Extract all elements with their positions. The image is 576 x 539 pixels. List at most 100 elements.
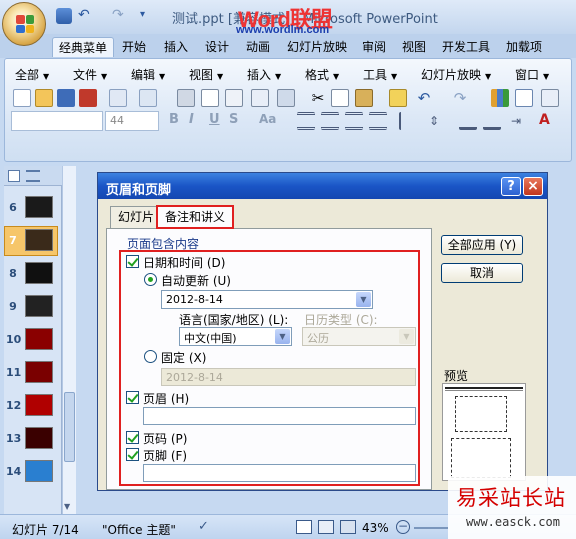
paste-icon[interactable] <box>355 89 373 107</box>
tab-review[interactable]: 审阅 <box>356 37 392 57</box>
slide-thumbnail[interactable] <box>25 328 53 350</box>
language-select[interactable]: 中文(中国) ▼ <box>179 327 292 346</box>
print-preview-icon[interactable] <box>201 89 219 107</box>
copy-icon[interactable] <box>331 89 349 107</box>
zoom-out-icon[interactable]: − <box>396 520 410 534</box>
redo-icon[interactable]: ↷ <box>112 8 128 24</box>
tab-insert[interactable]: 插入 <box>158 37 194 57</box>
bold-icon[interactable]: B <box>169 112 179 127</box>
calendar-type-select[interactable]: 公历 ▼ <box>302 327 416 346</box>
align-left-icon[interactable] <box>297 112 315 130</box>
auto-update-radio[interactable] <box>144 273 157 286</box>
slide-thumbnail[interactable] <box>25 361 53 383</box>
attach-icon[interactable] <box>139 89 157 107</box>
bullets-icon[interactable] <box>459 112 477 130</box>
justify-icon[interactable] <box>369 112 387 130</box>
outline-tab-icon[interactable] <box>26 170 40 182</box>
scroll-down-icon[interactable]: ▼ <box>64 502 70 511</box>
date-time-checkbox[interactable] <box>126 255 139 268</box>
tab-view[interactable]: 视图 <box>396 37 432 57</box>
slide-number: 8 <box>9 267 17 280</box>
tab-home[interactable]: 开始 <box>116 37 152 57</box>
menu-tools[interactable]: 工具 ▼ <box>363 66 397 83</box>
undo-icon[interactable]: ↶ <box>78 8 94 24</box>
shadow-icon[interactable]: S <box>229 112 238 127</box>
undo-icon[interactable]: ↶ <box>415 89 433 107</box>
underline-icon[interactable]: U <box>209 112 220 127</box>
office-button[interactable] <box>2 2 46 46</box>
menu-all[interactable]: 全部 ▼ <box>15 66 49 83</box>
italic-icon[interactable]: I <box>189 112 194 127</box>
menu-view[interactable]: 视图 ▼ <box>189 66 223 83</box>
customize-toolbar-icon[interactable]: ▾ <box>140 8 156 24</box>
open-icon[interactable] <box>35 89 53 107</box>
tab-addins[interactable]: 加载项 <box>500 37 548 57</box>
font-color-icon[interactable]: A <box>539 112 550 128</box>
tab-notes-handouts[interactable]: 备注和讲义 <box>156 205 235 229</box>
menu-slideshow[interactable]: 幻灯片放映 ▼ <box>421 66 491 83</box>
vertical-scrollbar[interactable]: ▼ <box>62 166 76 514</box>
email-icon[interactable] <box>109 89 127 107</box>
align-right-icon[interactable] <box>345 112 363 130</box>
auto-date-select[interactable]: 2012-8-14 ▼ <box>161 290 373 309</box>
slide-thumbnail[interactable] <box>25 229 53 251</box>
tab-slide[interactable]: 幻灯片 <box>110 206 163 228</box>
format-painter-icon[interactable] <box>389 89 407 107</box>
header-input[interactable] <box>143 407 416 425</box>
slide-thumbnail[interactable] <box>25 427 53 449</box>
save-icon[interactable] <box>56 8 72 24</box>
save-icon[interactable] <box>57 89 75 107</box>
text-direction-icon[interactable]: ⇕ <box>429 112 447 130</box>
chart-icon[interactable] <box>491 89 509 107</box>
font-size-combo[interactable]: 44 <box>105 111 159 131</box>
print-icon[interactable] <box>177 89 195 107</box>
footer-input[interactable] <box>143 464 416 482</box>
align-center-icon[interactable] <box>321 112 339 130</box>
slide-sorter-icon[interactable] <box>318 520 334 534</box>
indent-icon[interactable]: ⇥ <box>511 112 529 130</box>
zoom-slider[interactable] <box>414 527 448 529</box>
cut-icon[interactable]: ✂ <box>309 89 327 107</box>
tab-classic-menu[interactable]: 经典菜单 <box>52 37 115 57</box>
redo-icon[interactable]: ↷ <box>451 89 469 107</box>
permission-icon[interactable] <box>79 89 97 107</box>
menu-window[interactable]: 窗口 ▼ <box>515 66 549 83</box>
normal-view-icon[interactable] <box>296 520 312 534</box>
slide-thumbnail[interactable] <box>25 394 53 416</box>
fixed-radio[interactable] <box>144 350 157 363</box>
help-button[interactable]: ? <box>501 177 521 196</box>
footer-checkbox[interactable] <box>126 448 139 461</box>
tab-developer[interactable]: 开发工具 <box>436 37 496 57</box>
menu-file[interactable]: 文件 ▼ <box>73 66 107 83</box>
numbering-icon[interactable] <box>483 112 501 130</box>
table-icon[interactable] <box>515 89 533 107</box>
slide-thumbnail[interactable] <box>25 460 53 482</box>
spelling-icon[interactable] <box>251 89 269 107</box>
font-name-combo[interactable] <box>11 111 103 131</box>
page-number-checkbox[interactable] <box>126 431 139 444</box>
tab-slideshow[interactable]: 幻灯片放映 <box>281 37 353 57</box>
new-icon[interactable] <box>13 89 31 107</box>
menu-insert[interactable]: 插入 ▼ <box>247 66 281 83</box>
change-case-icon[interactable]: Aa <box>259 112 276 126</box>
apply-all-button[interactable]: 全部应用 (Y) <box>441 235 523 255</box>
header-checkbox[interactable] <box>126 391 139 404</box>
tab-design[interactable]: 设计 <box>199 37 235 57</box>
slide-thumbnail[interactable] <box>25 196 53 218</box>
slideshow-view-icon[interactable] <box>340 520 356 534</box>
columns-icon[interactable] <box>399 112 417 130</box>
menu-format[interactable]: 格式 ▼ <box>305 66 339 83</box>
cancel-button[interactable]: 取消 <box>441 263 523 283</box>
slides-tab-icon[interactable] <box>8 170 20 182</box>
slide-thumbnail[interactable] <box>25 295 53 317</box>
menu-edit[interactable]: 编辑 ▼ <box>131 66 165 83</box>
research-icon[interactable] <box>277 89 295 107</box>
slide-thumbnail[interactable] <box>25 262 53 284</box>
fixed-date-input[interactable]: 2012-8-14 <box>161 368 416 386</box>
scrollbar-thumb[interactable] <box>64 392 75 462</box>
close-button[interactable]: × <box>523 177 543 196</box>
layout-icon[interactable] <box>225 89 243 107</box>
show-formatting-icon[interactable] <box>541 89 559 107</box>
tab-animation[interactable]: 动画 <box>240 37 276 57</box>
spelling-check-icon[interactable]: ✓ <box>198 519 216 535</box>
